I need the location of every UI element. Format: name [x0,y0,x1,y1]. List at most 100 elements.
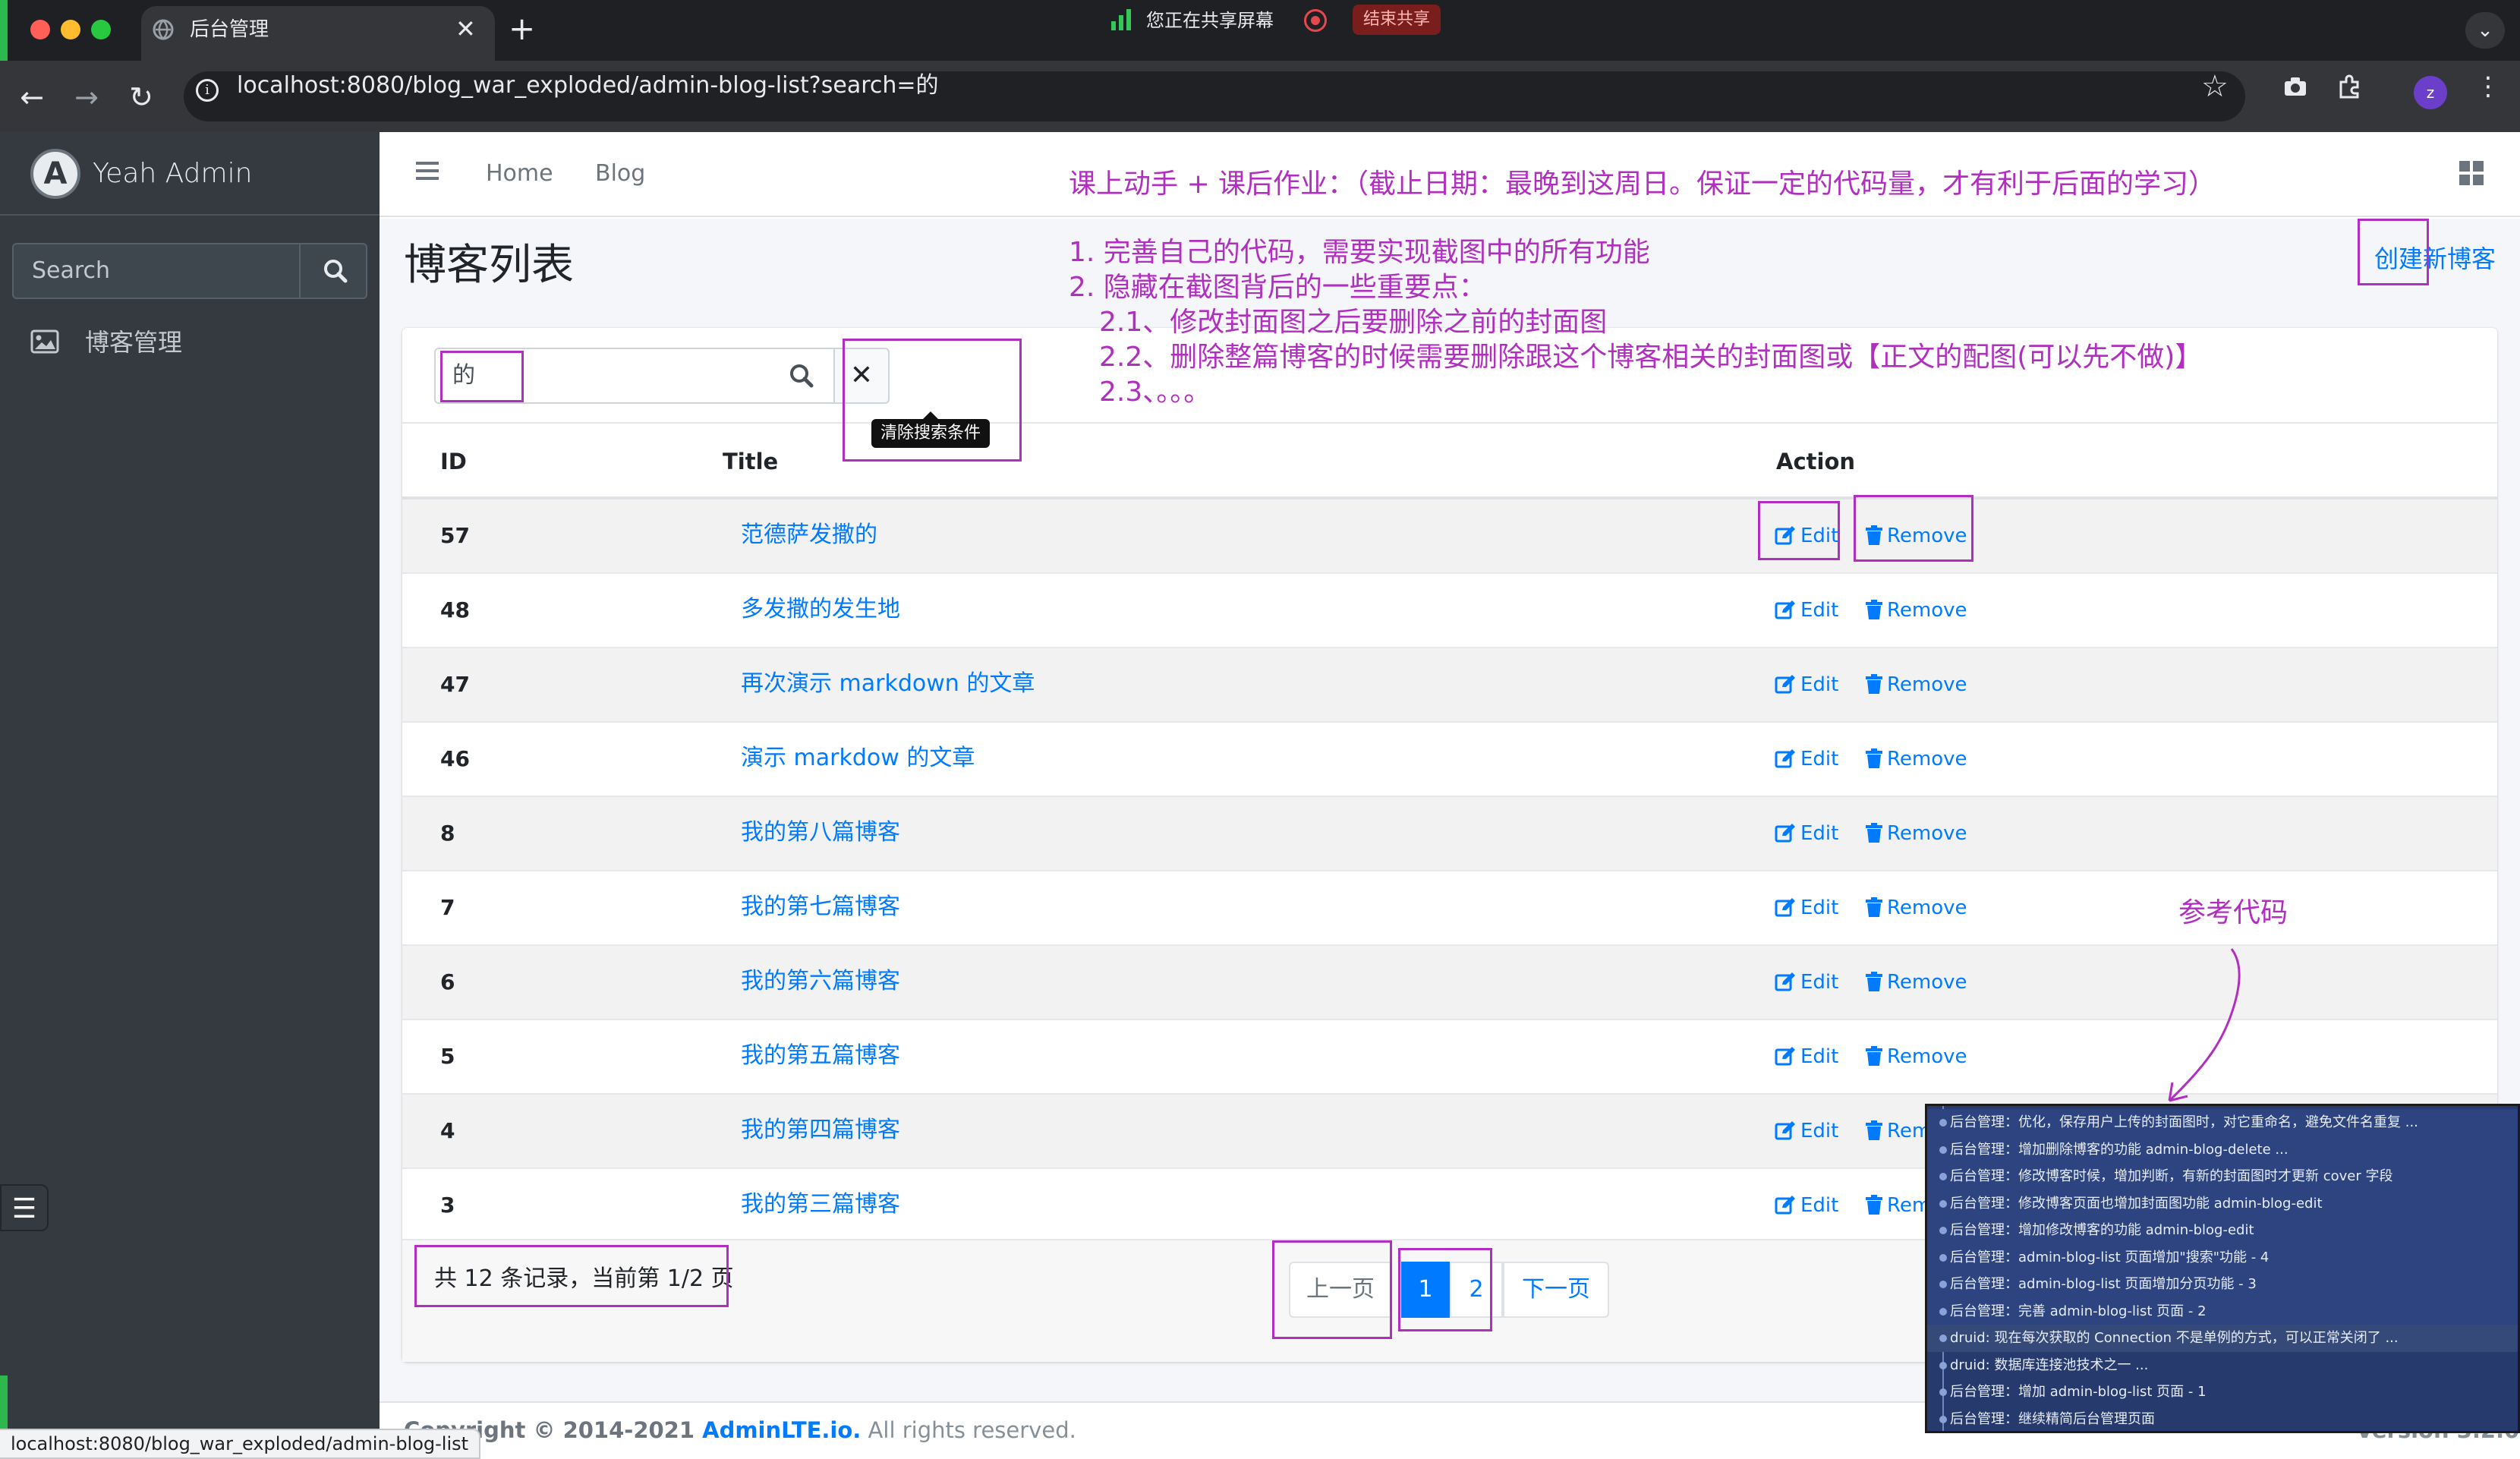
edit-label: Edit [1800,1194,1839,1217]
git-commit-row[interactable]: 后台管理：修改博客时候，增加判断，有新的封面图时才更新 cover 字段 [1927,1163,2518,1190]
remove-label: Remove [1887,897,1967,919]
highlight-prev-button [1272,1240,1392,1339]
forward-arrow-icon[interactable]: → [65,76,108,118]
edit-label: Edit [1800,1120,1839,1142]
reload-icon[interactable]: ↻ [120,76,162,118]
copyright-suffix: All rights reserved. [861,1417,1076,1443]
row-id: 47 [440,672,470,697]
git-commit-row[interactable]: 后台管理：修改博客页面也增加封面图功能 admin-blog-edit [1927,1190,2518,1218]
edit-label: Edit [1800,673,1839,696]
adminlte-link[interactable]: AdminLTE.io. [702,1417,861,1443]
commit-dot-icon [1939,1227,1947,1234]
remove-button[interactable]: Remove [1866,967,1967,997]
camera-icon[interactable] [2279,70,2312,103]
trash-icon [1866,600,1882,619]
edit-button[interactable]: Edit [1775,967,1838,997]
commit-message: 后台管理：优化，保存用户上传的封面图时，对它重命名，避免文件名重复 ... [1950,1114,2418,1130]
edit-button[interactable]: Edit [1775,1190,1838,1221]
git-commit-row[interactable]: 后台管理：增加删除博客的功能 admin-blog-delete ... [1927,1136,2518,1164]
git-log-panel: 后台管理：优化，保存用户上传的封面图时，对它重命名，避免文件名重复 ... 后台管… [1925,1104,2520,1433]
column-header-title: Title [723,449,779,474]
commit-dot-icon [1939,1361,1947,1369]
edit-button[interactable]: Edit [1775,595,1838,626]
window-minimize-button[interactable] [61,20,80,39]
new-tab-icon[interactable]: + [509,12,535,46]
extensions-icon[interactable] [2333,70,2367,103]
row-title-link[interactable]: 我的第三篇博客 [741,1187,900,1222]
remove-button[interactable]: Remove [1866,595,1967,626]
next-page-button[interactable]: 下一页 [1503,1262,1609,1318]
row-id: 48 [440,597,470,622]
git-commit-row[interactable]: 后台管理：完善 admin-blog-list 页面 - 2 [1927,1297,2518,1325]
git-commit-row[interactable]: 后台管理：优化，保存用户上传的封面图时，对它重命名，避免文件名重复 ... [1927,1109,2518,1136]
remove-label: Remove [1887,673,1967,696]
edit-button[interactable]: Edit [1775,744,1838,774]
edit-label: Edit [1800,897,1839,919]
commit-message: 后台管理：增加删除博客的功能 admin-blog-delete ... [1950,1141,2288,1158]
edit-button[interactable]: Edit [1775,818,1838,849]
remove-button[interactable]: Remove [1866,744,1967,774]
browser-toolbar: ← → ↻ i localhost:8080/blog_war_exploded… [0,61,2520,132]
highlight-record-summary [414,1245,729,1307]
remove-button[interactable]: Remove [1866,670,1967,700]
nav-link-home[interactable]: Home [486,156,553,191]
annotation-line-2-2: 2.2、删除整篇博客的时候需要删除跟这个博客相关的封面图或【正文的配图(可以先不… [1099,342,2203,373]
git-commit-row[interactable]: druid: 数据库连接池技术之一 ... [1927,1352,2518,1379]
commit-dot-icon [1939,1145,1947,1154]
screen-share-icon [1111,9,1131,30]
row-title-link[interactable]: 我的第八篇博客 [741,815,900,850]
hamburger-menu-icon[interactable] [416,159,439,182]
git-commit-row[interactable]: 后台管理：admin-blog-list 页面增加"搜索"功能 - 4 [1927,1243,2518,1272]
row-title-link[interactable]: 我的第六篇博客 [741,964,900,999]
sidebar-search-button[interactable] [302,244,366,298]
remove-button[interactable]: Remove [1866,1041,1967,1072]
row-id: 46 [440,746,470,771]
edit-button[interactable]: Edit [1775,893,1838,923]
tab-close-icon[interactable]: ✕ [455,14,476,44]
row-title-link[interactable]: 再次演示 markdown 的文章 [741,666,1035,701]
stop-sharing-button[interactable]: 结束共享 [1353,5,1441,35]
git-commit-row[interactable]: 后台管理：增加修改博客的功能 admin-blog-edit [1927,1217,2518,1244]
list-toggle-icon[interactable]: ☰ [0,1184,49,1231]
profile-avatar[interactable]: z [2414,76,2447,109]
grid-icon[interactable] [2459,161,2484,185]
site-info-icon[interactable]: i [196,79,219,102]
row-title-link[interactable]: 我的第七篇博客 [741,890,900,925]
window-zoom-button[interactable] [91,20,111,39]
url-text[interactable]: localhost:8080/blog_war_exploded/admin-b… [237,68,939,103]
sidebar-search-input[interactable]: Search [14,244,301,298]
trash-icon [1866,897,1882,917]
edit-button[interactable]: Edit [1775,1041,1838,1072]
nav-link-blog[interactable]: Blog [595,156,645,191]
sidebar-item-blog-management[interactable] [12,317,367,367]
commit-message: 后台管理：完善 admin-blog-list 页面 - 2 [1950,1303,2207,1319]
bookmark-star-icon[interactable]: ☆ [2201,70,2229,103]
more-menu-icon[interactable]: ⋮ [2471,70,2505,103]
git-commit-row[interactable]: 后台管理：增加 admin-blog-list 页面 - 1 [1927,1379,2518,1406]
git-commit-row[interactable]: 后台管理：admin-blog-list 页面增加分页功能 - 3 [1927,1271,2518,1298]
edit-button[interactable]: Edit [1775,1116,1838,1146]
remove-button[interactable]: Remove [1866,818,1967,849]
search-button[interactable] [770,348,835,404]
commit-dot-icon [1939,1307,1947,1316]
window-close-button[interactable] [30,20,50,39]
commit-dot-icon [1939,1253,1947,1262]
edit-button[interactable]: Edit [1775,670,1838,700]
row-title-link[interactable]: 演示 markdow 的文章 [741,741,975,776]
row-title-link[interactable]: 我的第四篇博客 [741,1113,900,1148]
brand-link[interactable]: A Yeah Admin [0,132,380,216]
row-title-link[interactable]: 多发撒的发生地 [741,592,900,627]
remove-label: Remove [1887,822,1967,845]
git-commit-row[interactable]: 后台管理：继续精简后台管理页面 [1927,1406,2518,1432]
row-title-link[interactable]: 范德萨发撒的 [741,518,877,553]
row-title-link[interactable]: 我的第五篇博客 [741,1038,900,1073]
annotation-heading: 课上动手 + 课后作业：（截止日期：最晚到这周日。保证一定的代码量，才有利于后面… [1069,169,2216,200]
copyright-text: Copyright © 2014-2021 AdminLTE.io. All r… [404,1413,1076,1447]
commit-message: 后台管理：修改博客页面也增加封面图功能 admin-blog-edit [1950,1195,2323,1212]
chevron-down-icon[interactable]: ⌄ [2465,12,2505,49]
back-arrow-icon[interactable]: ← [11,76,53,118]
remove-button[interactable]: Remove [1866,893,1967,923]
annotation-line-2: 2. 隐藏在截图背后的一些重要点： [1069,272,1486,303]
row-id: 6 [440,969,455,994]
git-commit-row[interactable]: druid: 现在每次获取的 Connection 不是单例的方式，可以正常关闭… [1927,1325,2518,1352]
